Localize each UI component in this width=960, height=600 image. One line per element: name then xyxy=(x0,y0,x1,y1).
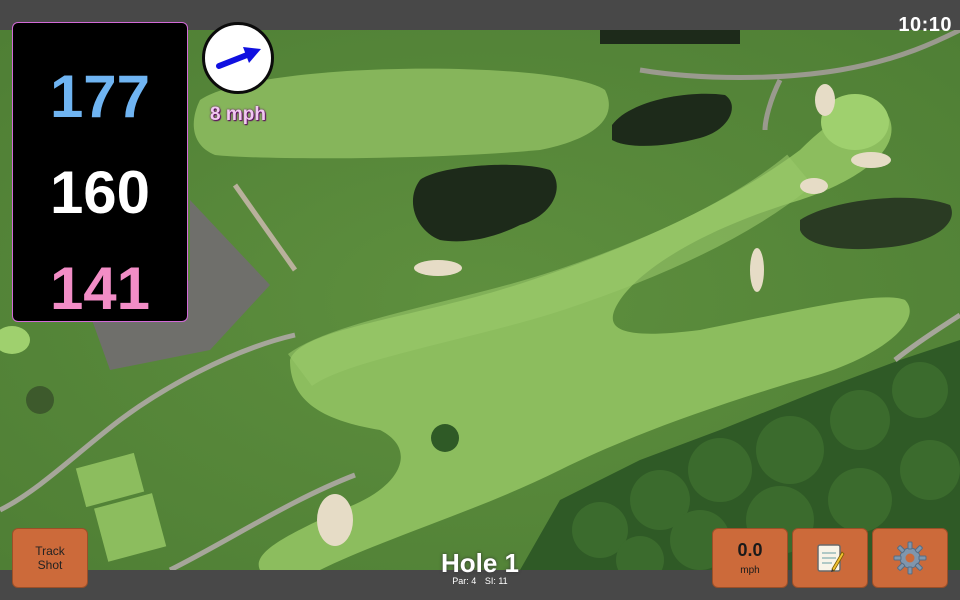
speed-button[interactable]: 0.0 mph xyxy=(712,528,788,588)
track-shot-label-line2: Shot xyxy=(37,558,63,572)
wind-speed-label: 8 mph xyxy=(210,104,266,125)
wind-direction-arrow-icon xyxy=(216,47,261,69)
clock-time: 10:10 xyxy=(898,14,952,36)
notes-button[interactable] xyxy=(792,528,868,588)
gear-icon xyxy=(893,541,927,575)
speed-value: 0.0 xyxy=(737,540,763,560)
track-shot-button[interactable]: Track Shot xyxy=(12,528,88,588)
notepad-icon xyxy=(817,544,845,572)
hole-par: Par: 4 xyxy=(452,576,477,586)
hole-title: Hole 1 xyxy=(440,548,520,578)
hole-meta: Par: 4 SI: 11 xyxy=(380,576,580,586)
hole-stroke-index: SI: 11 xyxy=(484,576,508,586)
speed-unit: mph xyxy=(740,565,760,576)
settings-button[interactable] xyxy=(872,528,948,588)
wind-indicator[interactable] xyxy=(202,22,274,94)
track-shot-label-line1: Track xyxy=(35,544,65,558)
distance-panel: 177 160 141 xyxy=(12,22,188,322)
